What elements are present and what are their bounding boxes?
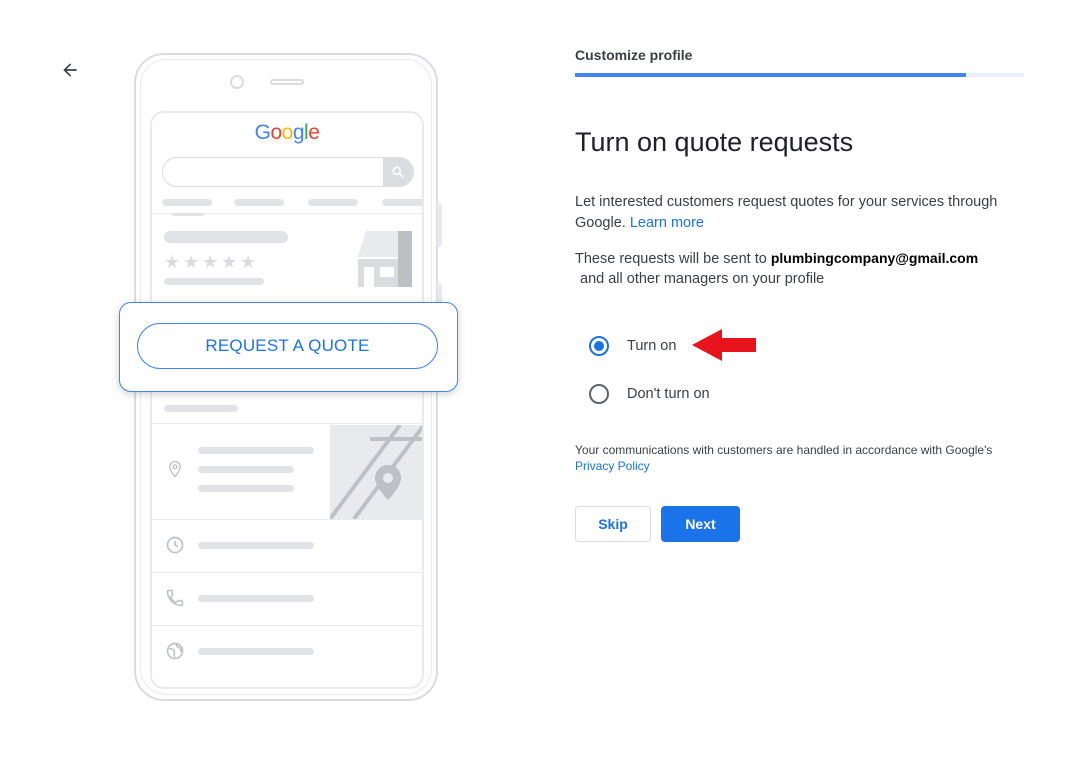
google-logo: Google — [152, 121, 422, 145]
logo-letter: o — [270, 121, 282, 144]
placeholder-bar — [198, 595, 314, 602]
placeholder-bar — [198, 648, 314, 655]
logo-letter: e — [308, 121, 320, 144]
placeholder-title-bar — [164, 231, 288, 243]
map-thumbnail — [330, 425, 422, 519]
option-label: Don't turn on — [627, 386, 710, 402]
recipient-prefix: These requests will be sent to — [575, 251, 767, 267]
placeholder-bar — [198, 466, 294, 473]
recipient-suffix: and all other managers on your profile — [580, 271, 825, 287]
option-label: Turn on — [627, 338, 677, 354]
step-label: Customize profile — [575, 47, 693, 63]
recipient-line: These requests will be sent to plumbingco… — [575, 250, 978, 267]
skip-button[interactable]: Skip — [575, 506, 651, 542]
arrow-back-icon — [63, 63, 77, 77]
placeholder-bar — [172, 213, 204, 216]
placeholder-bar — [164, 405, 238, 412]
placeholder-bar — [382, 199, 422, 206]
illustration-search-bar — [162, 157, 414, 187]
placeholder-bar — [198, 542, 314, 549]
placeholder-bar — [198, 485, 294, 492]
progress-bar-fill — [575, 73, 966, 77]
option-dont-turn-on[interactable]: Don't turn on — [589, 384, 710, 404]
logo-letter: G — [254, 121, 271, 144]
radio-button-turn-on[interactable] — [589, 336, 609, 356]
divider — [152, 572, 422, 573]
privacy-footnote: Your communications with customers are h… — [575, 442, 1025, 474]
star-icon: ★ — [202, 252, 219, 272]
radio-button-dont-turn-on[interactable] — [589, 384, 609, 404]
page-title: Turn on quote requests — [575, 127, 854, 157]
placeholder-bar — [162, 199, 212, 206]
annotation-arrow-icon — [692, 329, 756, 361]
clock-icon — [166, 536, 184, 554]
learn-more-link[interactable]: Learn more — [630, 215, 704, 231]
option-turn-on[interactable]: Turn on — [589, 336, 676, 356]
logo-letter: o — [281, 121, 294, 144]
star-icon: ★ — [221, 252, 238, 272]
request-quote-button: REQUEST A QUOTE — [137, 323, 438, 369]
phone-screen: Google ★ ★ ★ ★ ★ — [150, 111, 424, 689]
footnote-text: Your communications with customers are h… — [575, 443, 993, 457]
divider — [152, 423, 422, 424]
placeholder-bar — [198, 447, 314, 454]
phone-speaker — [270, 79, 304, 85]
divider — [152, 625, 422, 626]
progress-bar — [575, 73, 1024, 77]
back-button[interactable] — [56, 56, 84, 84]
quote-preview-card: REQUEST A QUOTE — [119, 302, 458, 392]
placeholder-bar — [234, 199, 284, 206]
phone-side-button — [437, 203, 442, 247]
phone-camera — [230, 75, 244, 89]
star-icon: ★ — [164, 252, 181, 272]
search-icon — [392, 166, 404, 178]
recipient-email: plumbingcompany@gmail.com — [770, 250, 979, 266]
next-button[interactable]: Next — [661, 506, 740, 542]
illustration-search-button — [383, 158, 413, 186]
globe-icon — [166, 642, 184, 660]
star-icon: ★ — [240, 252, 257, 272]
map-roads — [330, 425, 422, 519]
divider — [152, 519, 422, 520]
phone-icon — [166, 589, 184, 607]
logo-letter: g — [292, 121, 305, 144]
location-pin-icon — [169, 460, 181, 478]
storefront-icon — [358, 231, 412, 287]
description: Let interested customers request quotes … — [575, 192, 1015, 234]
placeholder-bar — [308, 199, 358, 206]
star-icon: ★ — [183, 252, 200, 272]
placeholder-bar — [164, 278, 264, 285]
privacy-policy-link[interactable]: Privacy Policy — [575, 459, 650, 473]
